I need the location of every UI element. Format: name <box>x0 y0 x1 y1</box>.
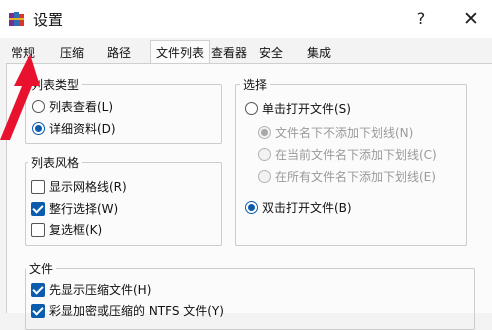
show-grid-checkbox[interactable]: 显示网格线(R) <box>31 178 127 195</box>
radio-label: 在当前文件名下添加下划线(C) <box>275 148 437 162</box>
radio-label: 双击打开文件(B) <box>262 201 352 215</box>
winrar-books-icon <box>9 12 24 26</box>
tab-viewer[interactable]: 查看器 <box>211 44 247 61</box>
single-click-radio[interactable]: 单击打开文件(S) <box>245 100 351 117</box>
double-click-radio[interactable]: 双击打开文件(B) <box>245 199 352 216</box>
red-arrow-annotation <box>0 54 40 140</box>
radio-label: 在所有文件名下添加下划线(E) <box>275 170 436 184</box>
radio-control <box>245 201 258 214</box>
tab-compression[interactable]: 压缩 <box>60 44 84 61</box>
checkbox-control <box>31 282 45 297</box>
full-row-select-checkbox[interactable]: 整行选择(W) <box>31 200 118 217</box>
list-style-legend: 列表风格 <box>28 154 83 171</box>
checkbox-label: 显示网格线(R) <box>49 180 127 194</box>
checkbox-label: 彩显加密或压缩的 NTFS 文件(Y) <box>49 304 224 318</box>
window-title: 设置 <box>33 11 64 29</box>
no-underline-radio[interactable]: 文件名下不添加下划线(N) <box>258 124 413 141</box>
radio-control <box>258 170 271 183</box>
highlight-ntfs-checkbox[interactable]: 彩显加密或压缩的 NTFS 文件(Y) <box>31 302 224 319</box>
tab-security[interactable]: 安全 <box>259 44 283 61</box>
help-button[interactable]: ? <box>410 8 432 30</box>
checkbox-control <box>31 222 45 237</box>
radio-label: 详细资料(D) <box>49 122 116 136</box>
tab-integration[interactable]: 集成 <box>307 44 331 61</box>
select-legend: 选择 <box>240 76 271 93</box>
tab-file-list[interactable]: 文件列表 <box>150 40 211 64</box>
checkbox-control <box>31 179 45 194</box>
radio-label: 文件名下不添加下划线(N) <box>275 126 414 140</box>
close-button[interactable]: ✕ <box>460 8 482 30</box>
radio-label: 单击打开文件(S) <box>262 102 351 116</box>
radio-control <box>258 148 271 161</box>
underline-current-radio[interactable]: 在当前文件名下添加下划线(C) <box>258 146 437 163</box>
tab-bar: 常规 压缩 路径 文件列表 查看器 安全 集成 <box>0 38 492 64</box>
tab-paths[interactable]: 路径 <box>107 44 131 61</box>
checkbox-control <box>31 303 45 318</box>
radio-label: 列表查看(L) <box>49 100 114 114</box>
radio-control <box>258 126 271 139</box>
checkbox-control <box>31 201 45 216</box>
files-legend: 文件 <box>26 260 57 277</box>
checkbox-label: 整行选择(W) <box>49 202 119 216</box>
checkbox-label: 先显示压缩文件(H) <box>49 283 152 297</box>
checkbox-label: 复选框(K) <box>49 223 103 237</box>
title-bar: 设置 ? ✕ <box>0 0 492 38</box>
files-group <box>25 268 475 330</box>
underline-all-radio[interactable]: 在所有文件名下添加下划线(E) <box>258 168 436 185</box>
radio-control <box>245 102 258 115</box>
show-archives-first-checkbox[interactable]: 先显示压缩文件(H) <box>31 281 151 298</box>
checkboxes-checkbox[interactable]: 复选框(K) <box>31 221 102 238</box>
